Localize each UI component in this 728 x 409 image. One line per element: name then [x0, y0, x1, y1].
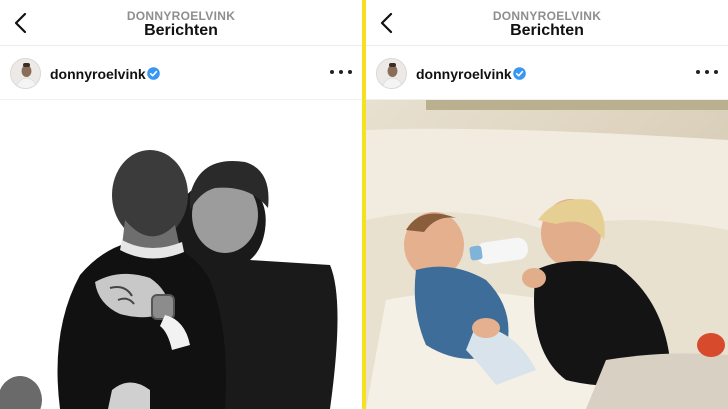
- account-name: DONNYROELVINK: [126, 9, 236, 23]
- avatar[interactable]: [10, 58, 41, 89]
- avatar[interactable]: [376, 58, 407, 89]
- avatar-image: [377, 59, 406, 88]
- post-photo[interactable]: [366, 100, 728, 409]
- page-title: Berichten: [144, 22, 218, 39]
- screen-right: DONNYROELVINK Berichten donnyroelvink: [366, 0, 728, 409]
- more-options-icon: [696, 70, 700, 74]
- photo-children-illustration: [366, 100, 728, 409]
- account-name: DONNYROELVINK: [492, 9, 602, 23]
- verified-badge-icon: [147, 67, 160, 80]
- post-photo[interactable]: [0, 100, 362, 409]
- page-title: Berichten: [510, 22, 584, 39]
- more-options-button[interactable]: [696, 64, 718, 80]
- more-options-icon: [330, 70, 334, 74]
- post-header: donnyroelvink: [366, 47, 728, 100]
- verified-badge-icon: [513, 67, 526, 80]
- top-bar: DONNYROELVINK Berichten: [366, 0, 728, 46]
- screen-left: DONNYROELVINK Berichten donnyroelvink: [0, 0, 362, 409]
- photo-hug-illustration: [0, 100, 362, 409]
- post-username[interactable]: donnyroelvink: [416, 66, 512, 82]
- more-options-button[interactable]: [330, 64, 352, 80]
- post-username[interactable]: donnyroelvink: [50, 66, 146, 82]
- top-bar: DONNYROELVINK Berichten: [0, 0, 362, 46]
- post-header: donnyroelvink: [0, 47, 362, 100]
- avatar-image: [11, 59, 40, 88]
